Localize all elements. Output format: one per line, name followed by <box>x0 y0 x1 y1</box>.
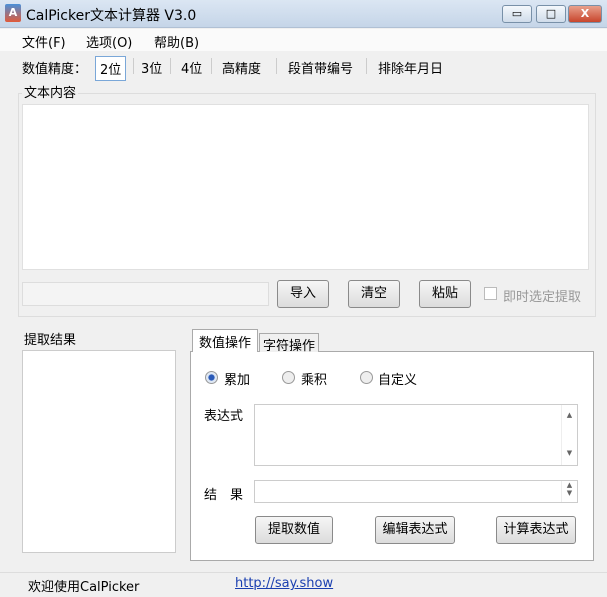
result-label: 结 果 <box>204 488 244 503</box>
precision-label: 数值精度： <box>22 62 88 77</box>
tab-numeric[interactable]: 数值操作 <box>192 329 259 352</box>
precision-high[interactable]: 高精度 <box>218 56 265 79</box>
website-link[interactable]: http://say.show <box>235 576 333 591</box>
path-input[interactable] <box>22 282 269 306</box>
radio-product-label: 乘积 <box>301 373 328 388</box>
expression-label: 表达式 <box>204 409 244 424</box>
precision-3[interactable]: 3位 <box>137 56 166 79</box>
separator <box>170 58 171 74</box>
separator <box>366 58 367 74</box>
menu-file[interactable]: 文件(F) <box>22 32 66 51</box>
text-group-title: 文本内容 <box>22 82 79 101</box>
expression-input[interactable]: ▲ ▼ <box>254 404 578 466</box>
text-content-area[interactable] <box>22 104 589 270</box>
scrollbar[interactable]: ▲ ▼ <box>561 405 577 465</box>
menu-options[interactable]: 选项(O) <box>86 32 132 51</box>
radio-sum[interactable] <box>205 371 218 384</box>
radio-product[interactable] <box>282 371 295 384</box>
clear-button[interactable]: 清空 <box>348 280 400 308</box>
extract-numbers-button[interactable]: 提取数值 <box>255 516 333 544</box>
separator <box>276 58 277 74</box>
results-title: 提取结果 <box>24 333 77 348</box>
app-icon: A <box>5 4 21 22</box>
result-field[interactable]: ▲ ▼ <box>254 480 578 503</box>
radio-custom[interactable] <box>360 371 373 384</box>
import-button[interactable]: 导入 <box>277 280 329 308</box>
exclude-date-toggle[interactable]: 排除年月日 <box>374 56 447 79</box>
realtime-extract-label: 即时选定提取 <box>503 290 582 305</box>
close-button[interactable]: X <box>568 5 602 23</box>
spinner[interactable]: ▲ ▼ <box>561 481 577 502</box>
separator <box>211 58 212 74</box>
menu-help[interactable]: 帮助(B) <box>154 32 199 51</box>
paste-button[interactable]: 粘贴 <box>419 280 471 308</box>
edit-expression-button[interactable]: 编辑表达式 <box>375 516 455 544</box>
radio-sum-label: 累加 <box>224 373 251 388</box>
status-welcome: 欢迎使用CalPicker <box>28 580 140 595</box>
compute-expression-button[interactable]: 计算表达式 <box>496 516 576 544</box>
realtime-extract-checkbox[interactable] <box>484 287 497 300</box>
results-list[interactable] <box>22 350 176 553</box>
tab-string[interactable]: 字符操作 <box>259 333 320 354</box>
separator <box>133 58 134 74</box>
minimize-button[interactable]: ▭ <box>502 5 532 23</box>
precision-4[interactable]: 4位 <box>177 56 206 79</box>
precision-2[interactable]: 2位 <box>95 56 127 81</box>
paragraph-number-toggle[interactable]: 段首带编号 <box>284 56 357 79</box>
radio-custom-label: 自定义 <box>378 373 418 388</box>
window-title: CalPicker文本计算器 V3.0 <box>26 8 197 24</box>
maximize-button[interactable]: □ <box>536 5 566 23</box>
